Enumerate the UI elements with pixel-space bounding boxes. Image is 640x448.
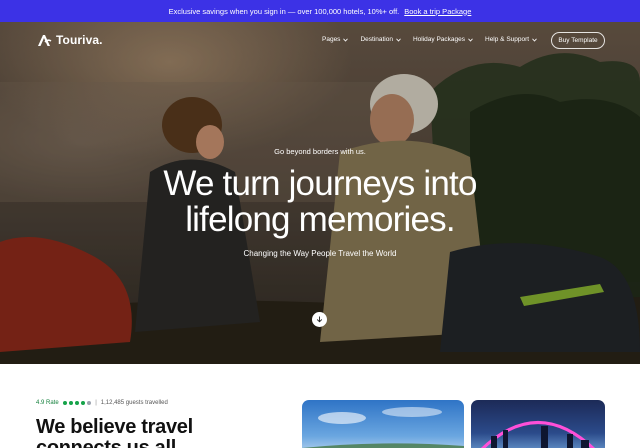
chevron-down-icon — [532, 38, 537, 42]
nav-item-label: Help & Support — [485, 36, 530, 43]
hero-headline-line1: We turn journeys into — [163, 164, 477, 203]
card-photo-city — [480, 421, 596, 448]
star-dot-icon — [62, 400, 68, 406]
rating-separator: | — [95, 400, 97, 406]
destination-card-beach[interactable] — [302, 400, 464, 448]
rating-row: 4.9 Rate | 1,12,485 guests travelled — [36, 400, 168, 406]
main-nav: Touriva. Pages Destination Holiday Packa… — [0, 22, 640, 60]
about-title: We believe travel connects us all — [36, 416, 193, 448]
star-dot-icon — [68, 400, 74, 406]
nav-menu: Pages Destination Holiday Packages Help … — [322, 36, 537, 43]
logo-mark-icon — [38, 35, 52, 46]
promo-bar: Exclusive savings when you sign in — ove… — [0, 0, 640, 22]
card-photo-beach — [302, 407, 464, 448]
star-dot-icon — [86, 400, 92, 406]
nav-item-label: Holiday Packages — [412, 36, 465, 43]
hero-section: Touriva. Pages Destination Holiday Packa… — [0, 22, 640, 364]
buy-template-button[interactable]: Buy Template — [551, 32, 605, 49]
arrow-down-icon — [316, 316, 323, 323]
chevron-down-icon — [343, 38, 349, 42]
nav-item-holiday-packages[interactable]: Holiday Packages — [413, 36, 473, 43]
star-dot-icon — [80, 400, 86, 406]
hero-headline-line2: lifelong memories. — [185, 200, 455, 239]
nav-item-label: Pages — [322, 36, 341, 43]
brand-name: Touriva. — [56, 33, 103, 47]
brand-logo[interactable]: Touriva. — [36, 33, 103, 47]
hero-eyebrow: Go beyond borders with us. — [274, 147, 366, 156]
scroll-down-button[interactable] — [312, 312, 327, 327]
chevron-down-icon — [468, 38, 473, 42]
rating-count: 1,12,485 guests travelled — [100, 400, 168, 406]
destination-card-city[interactable] — [471, 400, 605, 448]
star-dot-icon — [74, 400, 80, 406]
nav-item-help-support[interactable]: Help & Support — [485, 36, 537, 43]
hero-headline: We turn journeys into lifelong memories. — [120, 166, 520, 238]
hero-subtitle: Changing the Way People Travel the World — [243, 249, 397, 258]
promo-text: Exclusive savings when you sign in — ove… — [168, 6, 400, 16]
rating-stars — [62, 400, 92, 406]
nav-item-label: Destination — [360, 36, 393, 43]
promo-link[interactable]: Book a trip Package — [404, 7, 471, 16]
chevron-down-icon — [396, 38, 401, 42]
nav-item-destination[interactable]: Destination — [360, 36, 401, 43]
about-section: 4.9 Rate | 1,12,485 guests travelled We … — [0, 364, 640, 448]
nav-item-pages[interactable]: Pages — [322, 36, 349, 43]
rating-score: 4.9 Rate — [36, 400, 59, 406]
